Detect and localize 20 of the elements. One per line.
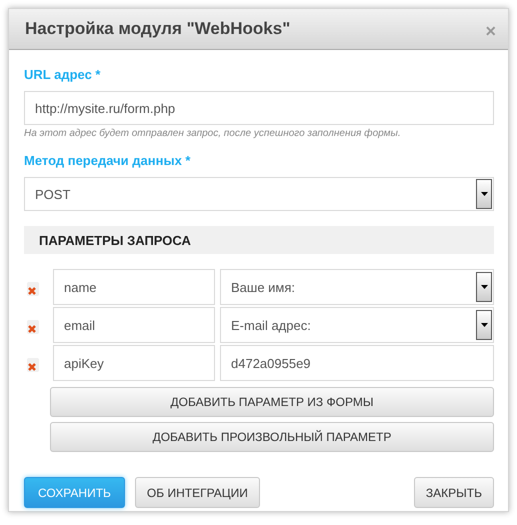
- parameter-value-field[interactable]: d472a0955e9: [220, 345, 494, 381]
- delete-icon[interactable]: [26, 358, 40, 372]
- add-parameter-button[interactable]: ДОБАВИТЬ ПРОИЗВОЛЬНЫЙ ПАРАМЕТР: [50, 422, 494, 452]
- delete-icon[interactable]: [26, 282, 40, 296]
- parameter-value-select[interactable]: Ваше имя:: [220, 269, 494, 305]
- field-label: URL адрес *: [24, 67, 102, 82]
- field-label: Метод передачи данных *: [24, 153, 192, 168]
- url-field[interactable]: http://mysite.ru/form.php: [24, 91, 494, 125]
- dialog-title: Настройка модуля "WebHooks": [25, 19, 290, 39]
- field-hint: На этот адрес будет отправлен запрос, после успешного заполнения формы.: [24, 128, 402, 139]
- parameter-name-field[interactable]: name: [53, 269, 215, 305]
- add-parameter-button[interactable]: ДОБАВИТЬ ПАРАМЕТР ИЗ ФОРМЫ: [50, 387, 494, 417]
- about-button[interactable]: ОБ ИНТЕГРАЦИИ: [134, 477, 260, 508]
- delete-icon[interactable]: [26, 320, 40, 334]
- section-header: ПАРАМЕТРЫ ЗАПРОСА: [24, 226, 494, 254]
- method-select[interactable]: POST: [24, 177, 494, 211]
- parameter-name-field[interactable]: email: [53, 307, 215, 343]
- parameter-value-select[interactable]: E-mail адрес:: [220, 307, 494, 343]
- close-dialog-button[interactable]: ЗАКРЫТЬ: [414, 477, 494, 508]
- parameter-name-field[interactable]: apiKey: [53, 345, 215, 381]
